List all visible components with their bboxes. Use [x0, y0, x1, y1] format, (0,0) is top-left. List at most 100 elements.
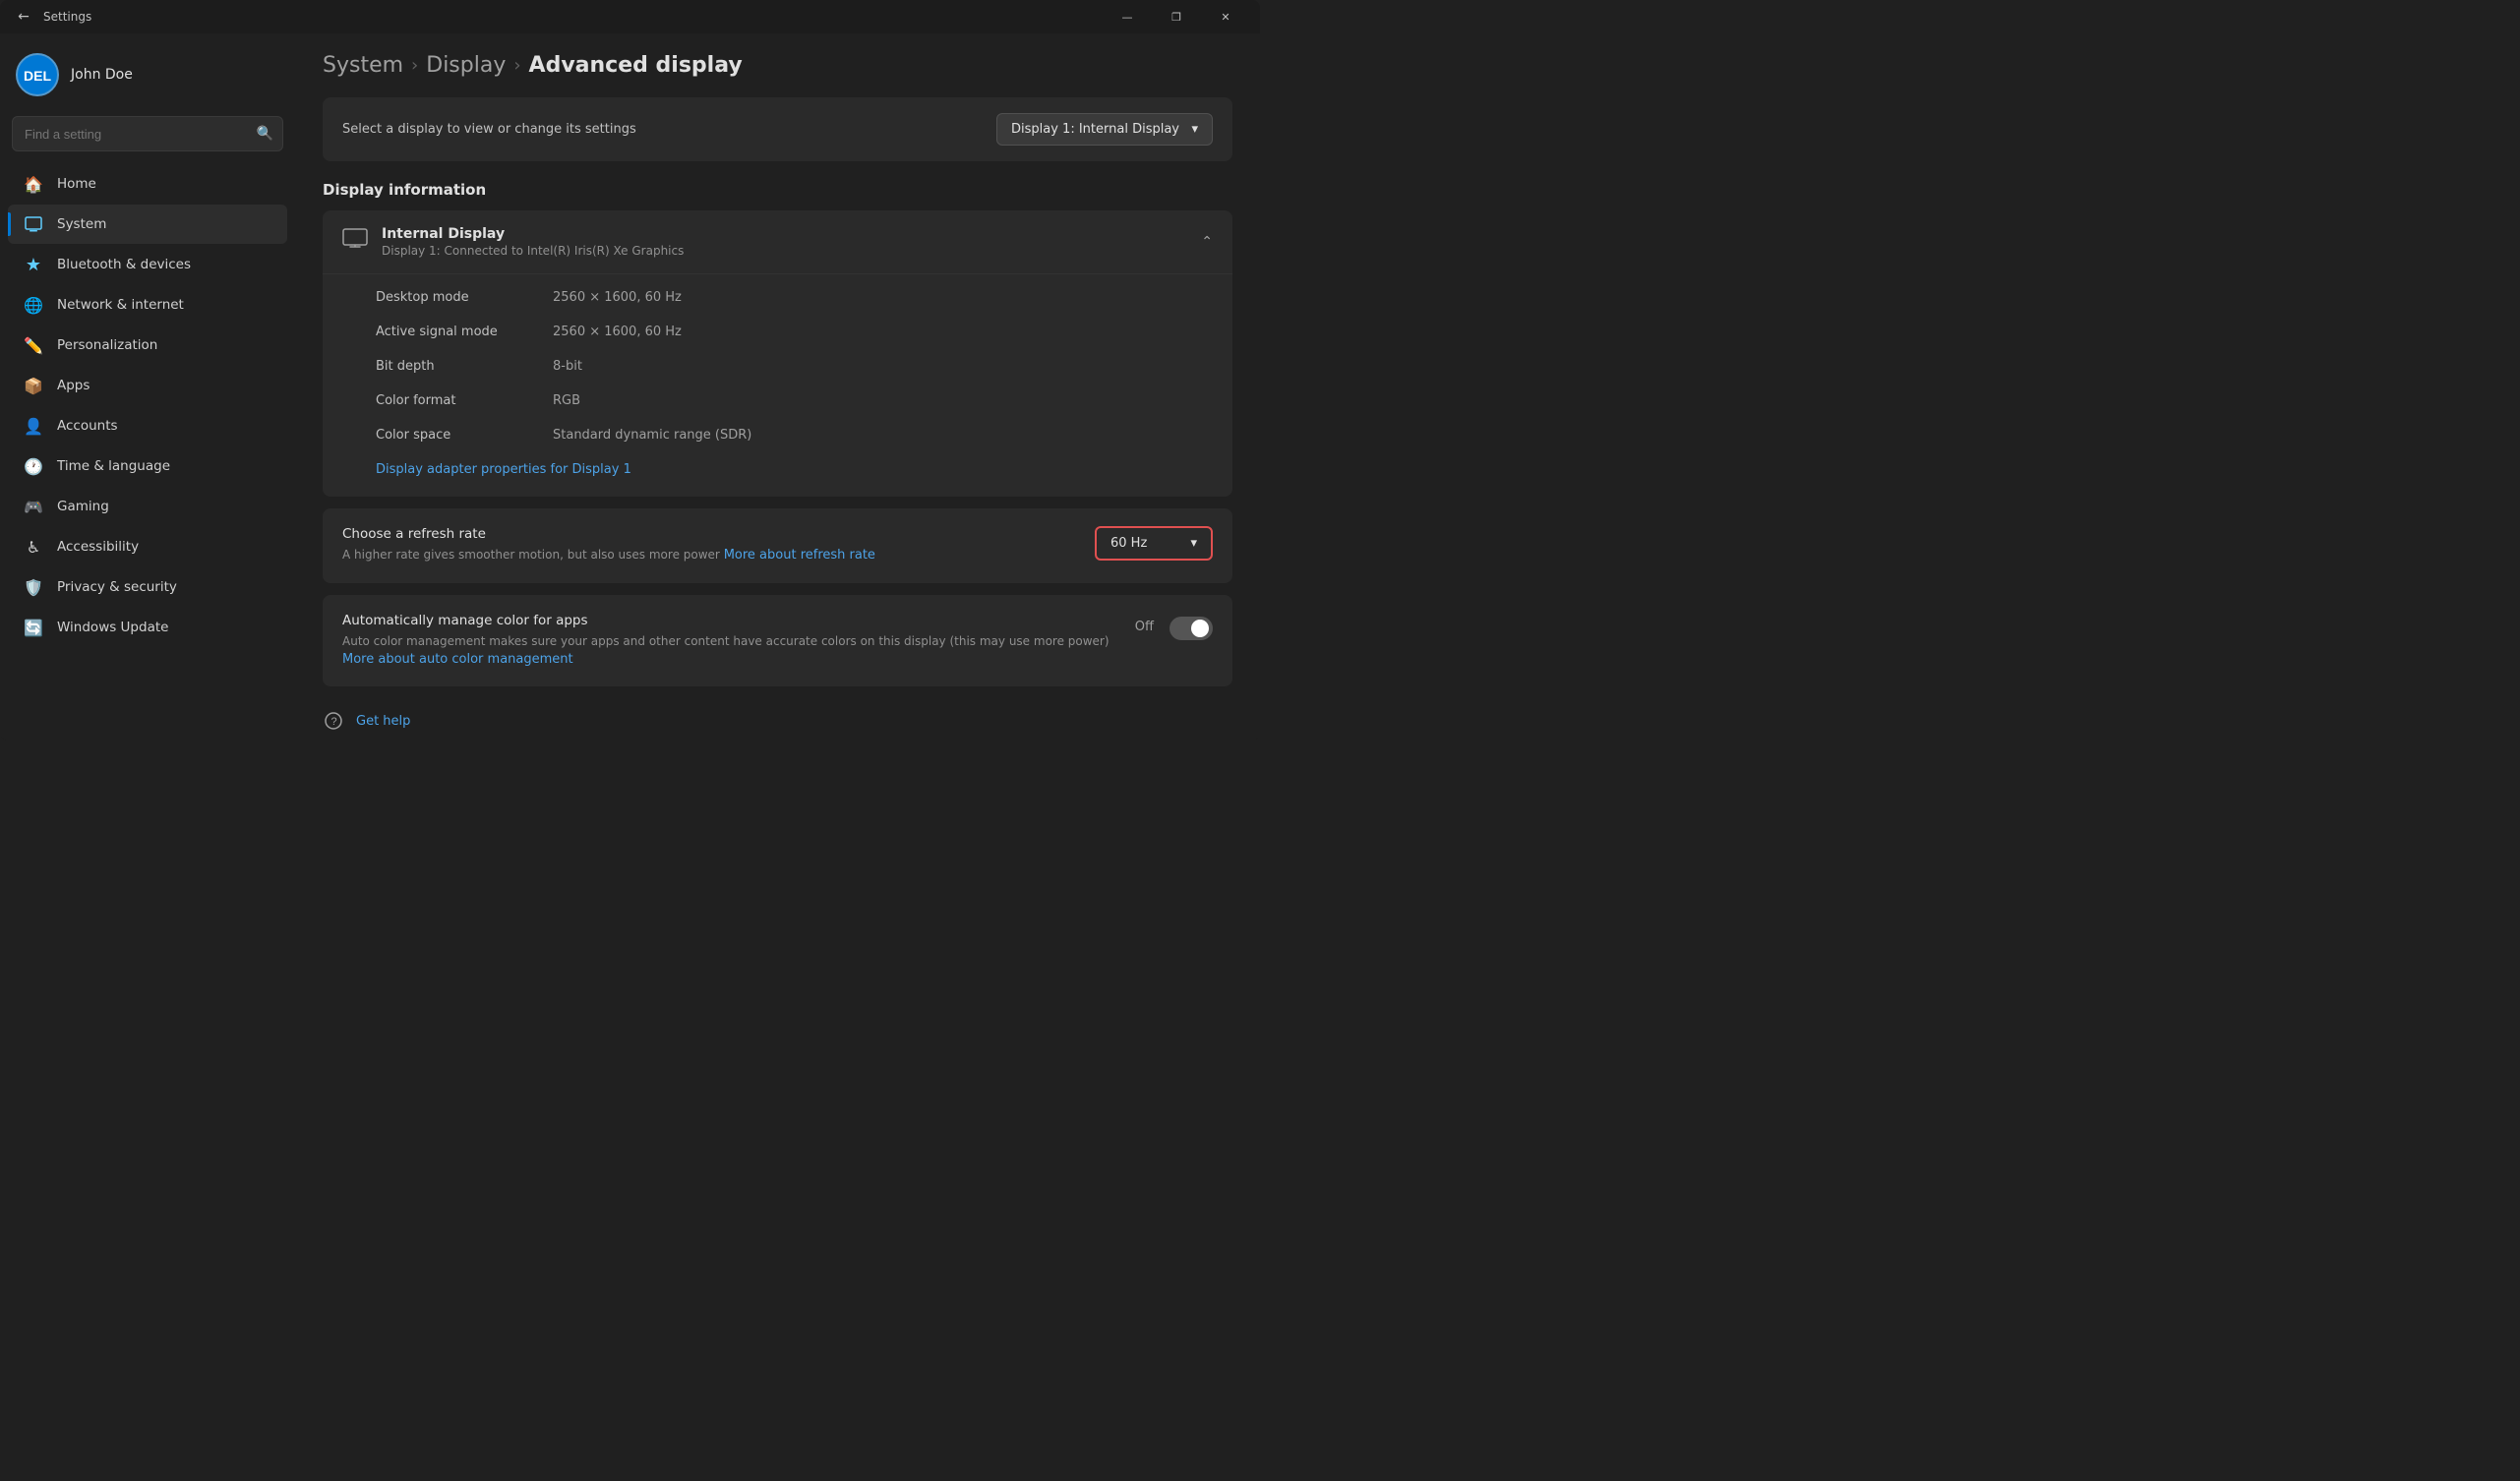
sidebar-item-label: Home — [57, 176, 96, 192]
search-input[interactable] — [12, 116, 283, 151]
accounts-icon: 👤 — [24, 416, 43, 436]
breadcrumb-display[interactable]: Display — [426, 53, 506, 78]
breadcrumb: System › Display › Advanced display — [323, 53, 1232, 78]
breadcrumb-current: Advanced display — [529, 53, 743, 78]
privacy-icon: 🛡️ — [24, 577, 43, 597]
display-info-card: Internal Display Display 1: Connected to… — [323, 210, 1232, 497]
main-content: System › Display › Advanced display Sele… — [295, 33, 1260, 740]
sidebar-item-label: Apps — [57, 378, 90, 393]
display-header-left: Internal Display Display 1: Connected to… — [342, 226, 684, 258]
sidebar-item-time[interactable]: 🕐 Time & language — [8, 446, 287, 486]
refresh-rate-link[interactable]: More about refresh rate — [724, 548, 875, 563]
prop-value: Standard dynamic range (SDR) — [553, 428, 751, 443]
user-section: DELL John Doe — [0, 33, 295, 112]
minimize-button[interactable]: — — [1105, 1, 1150, 32]
chevron-up-icon[interactable]: ⌃ — [1201, 234, 1213, 250]
windows-update-icon: 🔄 — [24, 618, 43, 637]
refresh-rate-desc: A higher rate gives smoother motion, but… — [342, 546, 1075, 565]
prop-desktop-mode: Desktop mode 2560 × 1600, 60 Hz — [323, 280, 1232, 315]
sidebar: DELL John Doe 🔍 🏠 Home — [0, 33, 295, 740]
maximize-button[interactable]: ❐ — [1154, 1, 1199, 32]
auto-color-link[interactable]: More about auto color management — [342, 652, 573, 667]
refresh-rate-info: Choose a refresh rate A higher rate give… — [342, 526, 1075, 565]
prop-label: Color format — [376, 393, 533, 408]
app-body: DELL John Doe 🔍 🏠 Home — [0, 33, 1260, 740]
sidebar-item-label: Personalization — [57, 337, 157, 353]
refresh-rate-row: Choose a refresh rate A higher rate give… — [323, 508, 1232, 583]
prop-color-space: Color space Standard dynamic range (SDR) — [323, 418, 1232, 452]
home-icon: 🏠 — [24, 174, 43, 194]
auto-color-desc: Auto color management makes sure your ap… — [342, 632, 1115, 670]
sidebar-item-privacy[interactable]: 🛡️ Privacy & security — [8, 567, 287, 607]
refresh-rate-card: Choose a refresh rate A higher rate give… — [323, 508, 1232, 583]
display-selector-label: Select a display to view or change its s… — [342, 122, 636, 137]
window-controls: — ❐ ✕ — [1105, 1, 1248, 32]
sidebar-nav: 🏠 Home System ★ Bluetooth & devices — [0, 163, 295, 648]
close-button[interactable]: ✕ — [1203, 1, 1248, 32]
avatar: DELL — [16, 53, 59, 96]
sidebar-item-personalization[interactable]: ✏️ Personalization — [8, 326, 287, 365]
accessibility-icon: ♿ — [24, 537, 43, 557]
prop-label: Desktop mode — [376, 290, 533, 305]
toggle-knob — [1191, 620, 1209, 637]
get-help-label: Get help — [356, 714, 410, 729]
section-title-display-info: Display information — [323, 181, 1232, 199]
network-icon: 🌐 — [24, 295, 43, 315]
auto-color-toggle-group: Off — [1135, 615, 1213, 640]
prop-label: Color space — [376, 428, 533, 443]
settings-window: ← Settings — ❐ ✕ DELL John Doe 🔍 — [0, 0, 1260, 740]
display-subtitle: Display 1: Connected to Intel(R) Iris(R)… — [382, 244, 684, 258]
refresh-rate-dropdown[interactable]: 60 Hz ▾ — [1095, 526, 1213, 561]
sidebar-item-windows-update[interactable]: 🔄 Windows Update — [8, 608, 287, 647]
gaming-icon: 🎮 — [24, 497, 43, 516]
help-icon: ? — [323, 710, 344, 732]
breadcrumb-sep-2: › — [513, 55, 520, 76]
prop-label: Active signal mode — [376, 325, 533, 339]
display-header: Internal Display Display 1: Connected to… — [323, 210, 1232, 274]
sidebar-item-label: Windows Update — [57, 620, 168, 635]
prop-active-signal: Active signal mode 2560 × 1600, 60 Hz — [323, 315, 1232, 349]
display-properties: Desktop mode 2560 × 1600, 60 Hz Active s… — [323, 274, 1232, 497]
monitor-icon — [342, 228, 368, 256]
sidebar-item-home[interactable]: 🏠 Home — [8, 164, 287, 204]
sidebar-item-label: Time & language — [57, 458, 170, 474]
sidebar-item-gaming[interactable]: 🎮 Gaming — [8, 487, 287, 526]
prop-value: 2560 × 1600, 60 Hz — [553, 325, 682, 339]
breadcrumb-system[interactable]: System — [323, 53, 403, 78]
back-button[interactable]: ← — [12, 5, 35, 29]
auto-color-toggle[interactable] — [1170, 617, 1213, 640]
chevron-down-icon: ▾ — [1190, 536, 1197, 551]
time-icon: 🕐 — [24, 456, 43, 476]
chevron-down-icon: ▾ — [1191, 122, 1198, 137]
sidebar-item-label: Network & internet — [57, 297, 184, 313]
sidebar-item-label: Privacy & security — [57, 579, 177, 595]
sidebar-item-label: Accounts — [57, 418, 118, 434]
prop-value: 2560 × 1600, 60 Hz — [553, 290, 682, 305]
sidebar-item-label: Gaming — [57, 499, 109, 514]
display-selector-bar: Select a display to view or change its s… — [323, 97, 1232, 161]
user-name: John Doe — [71, 67, 133, 83]
auto-color-card: Automatically manage color for apps Auto… — [323, 595, 1232, 687]
prop-value: RGB — [553, 393, 580, 408]
adapter-link[interactable]: Display adapter properties for Display 1 — [376, 462, 631, 477]
sidebar-item-system[interactable]: System — [8, 205, 287, 244]
svg-text:DELL: DELL — [24, 68, 51, 84]
refresh-rate-title: Choose a refresh rate — [342, 526, 1075, 542]
auto-color-title: Automatically manage color for apps — [342, 613, 1115, 628]
adapter-link-row: Display adapter properties for Display 1 — [323, 452, 1232, 491]
display-title-group: Internal Display Display 1: Connected to… — [382, 226, 684, 258]
sidebar-item-apps[interactable]: 📦 Apps — [8, 366, 287, 405]
bluetooth-icon: ★ — [24, 255, 43, 274]
sidebar-item-accounts[interactable]: 👤 Accounts — [8, 406, 287, 445]
sidebar-item-label: System — [57, 216, 106, 232]
display-dropdown[interactable]: Display 1: Internal Display ▾ — [996, 113, 1213, 146]
display-dropdown-value: Display 1: Internal Display — [1011, 122, 1179, 137]
personalization-icon: ✏️ — [24, 335, 43, 355]
prop-bit-depth: Bit depth 8-bit — [323, 349, 1232, 384]
sidebar-item-network[interactable]: 🌐 Network & internet — [8, 285, 287, 325]
sidebar-item-bluetooth[interactable]: ★ Bluetooth & devices — [8, 245, 287, 284]
get-help-link[interactable]: ? Get help — [323, 710, 1232, 732]
auto-color-info: Automatically manage color for apps Auto… — [342, 613, 1115, 670]
sidebar-item-label: Bluetooth & devices — [57, 257, 191, 272]
sidebar-item-accessibility[interactable]: ♿ Accessibility — [8, 527, 287, 566]
